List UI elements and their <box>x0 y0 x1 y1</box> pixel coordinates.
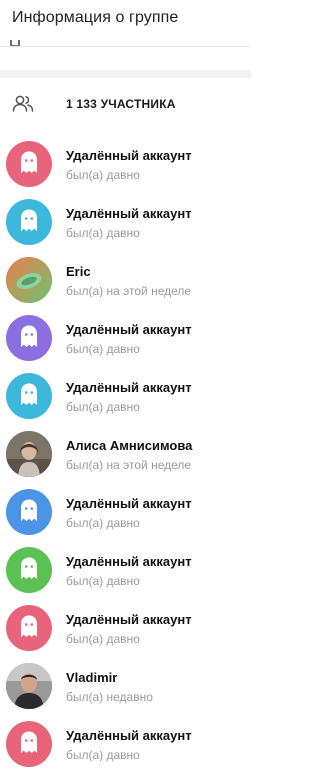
avatar-ghost-icon <box>6 315 52 361</box>
avatar-ghost-icon <box>6 489 52 535</box>
members-count-label: 1 133 УЧАСТНИКА <box>66 97 176 111</box>
members-count-row[interactable]: 1 133 УЧАСТНИКА <box>0 90 251 120</box>
page-title: Информация о группе <box>12 9 179 26</box>
member-last-seen: был(а) на этой неделе <box>66 458 192 472</box>
avatar-ghost-icon <box>6 721 52 767</box>
member-list-item[interactable]: Vladimir был(а) недавно <box>0 658 251 716</box>
member-last-seen: был(а) давно <box>66 168 140 182</box>
avatar-photo <box>6 257 52 303</box>
member-list-item[interactable]: Удалённый аккаунт был(а) давно <box>0 368 251 426</box>
member-list-item[interactable]: Удалённый аккаунт был(а) давно <box>0 716 251 774</box>
member-name: Удалённый аккаунт <box>66 496 192 511</box>
avatar-photo <box>6 663 52 709</box>
header: Информация о группе <box>0 0 251 40</box>
member-name: Алиса Амнисимова <box>66 438 193 453</box>
people-icon <box>12 94 34 114</box>
member-name: Удалённый аккаунт <box>66 612 192 627</box>
member-list-item[interactable]: Алиса Амнисимова был(а) на этой неделе <box>0 426 251 484</box>
avatar-ghost-icon <box>6 605 52 651</box>
member-name: Удалённый аккаунт <box>66 322 192 337</box>
member-last-seen: был(а) давно <box>66 574 140 588</box>
member-last-seen: был(а) давно <box>66 516 140 530</box>
member-name: Удалённый аккаунт <box>66 728 192 743</box>
member-list-item[interactable]: Удалённый аккаунт был(а) давно <box>0 600 251 658</box>
member-list-item[interactable]: Удалённый аккаунт был(а) давно <box>0 484 251 542</box>
member-name: Eric <box>66 264 91 279</box>
member-name: Удалённый аккаунт <box>66 380 192 395</box>
member-last-seen: был(а) давно <box>66 632 140 646</box>
avatar-photo <box>6 431 52 477</box>
member-list-item[interactable]: Удалённый аккаунт был(а) давно <box>0 136 251 194</box>
member-last-seen: был(а) давно <box>66 748 140 762</box>
member-last-seen: был(а) на этой неделе <box>66 284 192 298</box>
member-list-item[interactable]: Удалённый аккаунт был(а) давно <box>0 194 251 252</box>
section-gap <box>0 70 251 78</box>
avatar-ghost-icon <box>6 547 52 593</box>
avatar-ghost-icon <box>6 373 52 419</box>
member-name: Удалённый аккаунт <box>66 206 192 221</box>
member-name: Удалённый аккаунт <box>66 148 192 163</box>
member-list-item[interactable]: Удалённый аккаунт был(а) давно <box>0 310 251 368</box>
avatar-ghost-icon <box>6 141 52 187</box>
avatar-ghost-icon <box>6 199 52 245</box>
member-list: Удалённый аккаунт был(а) давно Удалённый а… <box>0 136 251 774</box>
member-last-seen: был(а) недавно <box>66 690 153 704</box>
member-last-seen: был(а) давно <box>66 400 140 414</box>
member-name: Удалённый аккаунт <box>66 554 192 569</box>
member-last-seen: был(а) давно <box>66 342 140 356</box>
member-name: Vladimir <box>66 670 118 685</box>
member-list-item[interactable]: Eric был(а) на этой неделе <box>0 252 251 310</box>
divider <box>0 46 251 47</box>
member-last-seen: был(а) давно <box>66 226 140 240</box>
member-list-item[interactable]: Удалённый аккаунт был(а) давно <box>0 542 251 600</box>
